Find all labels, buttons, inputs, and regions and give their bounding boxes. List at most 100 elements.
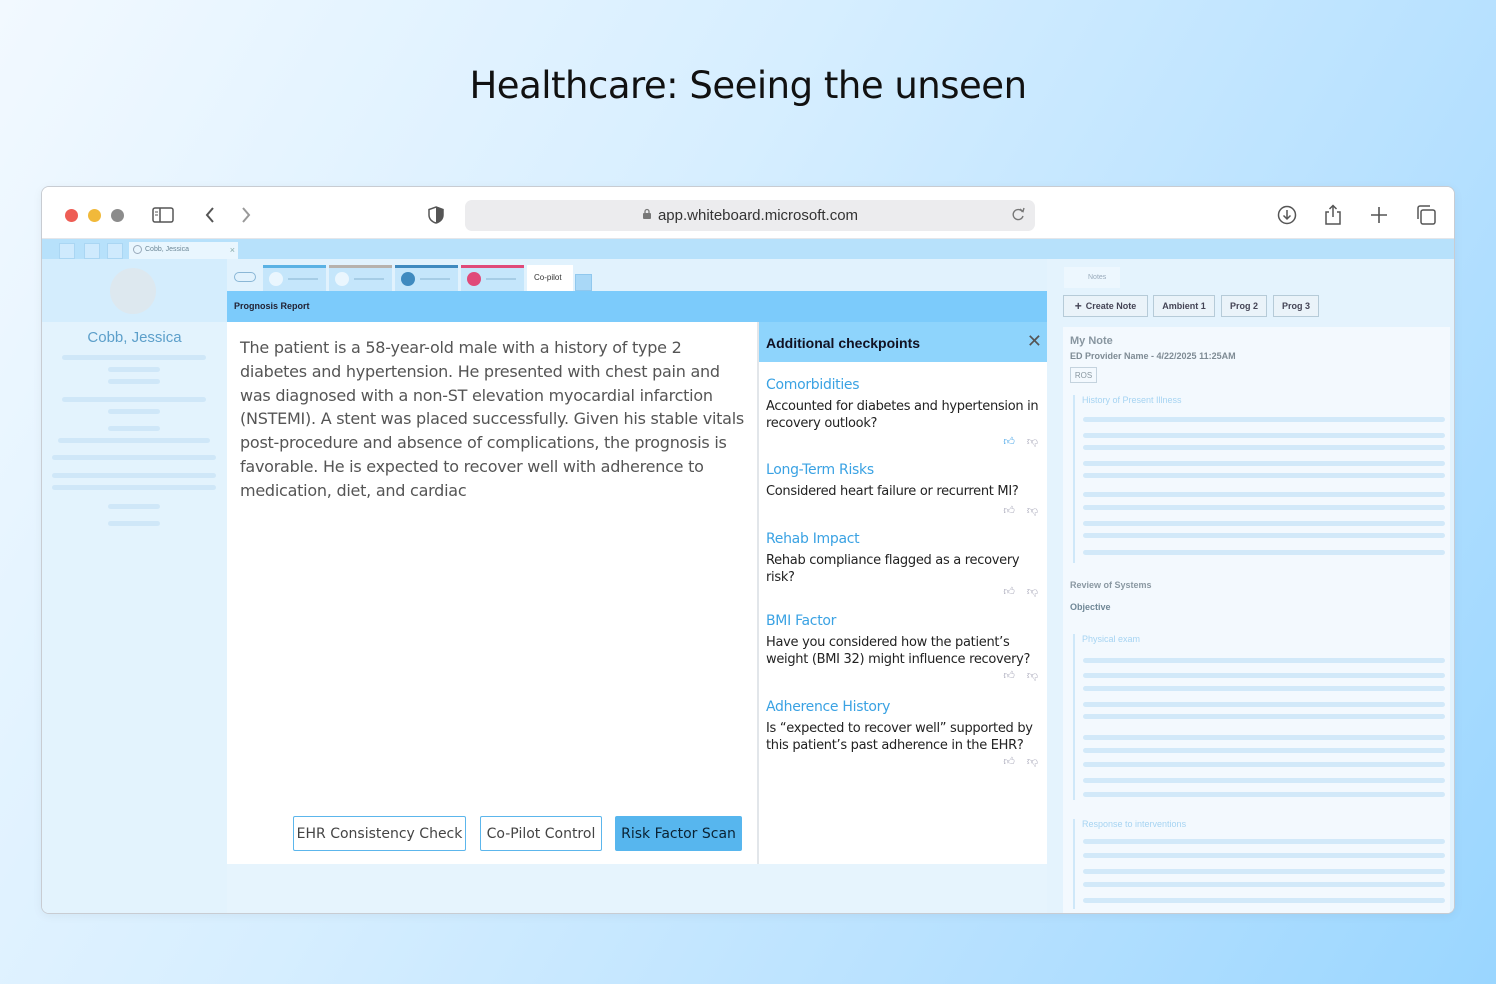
toggle-icon[interactable] (234, 272, 256, 282)
tab-placeholder[interactable] (84, 243, 100, 259)
workspace-tab-1[interactable] (263, 265, 326, 291)
section-label: Response to interventions (1082, 819, 1187, 829)
thumbs-up-icon[interactable]: 👍︎ (1003, 669, 1015, 682)
checkpoint-title[interactable]: Adherence History (766, 699, 1042, 715)
placeholder-line (108, 504, 160, 509)
share-icon[interactable] (1323, 204, 1343, 226)
placeholder-line (1083, 853, 1445, 858)
thumbs-up-icon[interactable]: 👍︎ (1003, 585, 1015, 598)
thumbs-up-icon[interactable]: 👍︎ (1003, 504, 1015, 517)
placeholder-line (108, 409, 160, 414)
thumbs-down-icon[interactable]: 👎︎ (1027, 504, 1038, 517)
placeholder-line (1083, 533, 1445, 538)
tab-co-pilot[interactable]: Co-pilot (527, 265, 573, 291)
placeholder-line (108, 521, 160, 526)
placeholder-line (1083, 748, 1445, 753)
close-icon[interactable]: ✕ (1027, 331, 1042, 352)
download-icon[interactable] (1276, 204, 1298, 226)
tab-notes[interactable]: Notes (1064, 267, 1120, 288)
ambient-1-button[interactable]: Ambient 1 (1153, 295, 1215, 317)
reload-icon[interactable] (1011, 206, 1025, 226)
back-icon[interactable] (202, 204, 218, 226)
browser-toolbar: app.whiteboard.microsoft.com (42, 187, 1454, 239)
report-text[interactable]: The patient is a 58-year-old male with a… (240, 336, 745, 503)
address-bar[interactable]: app.whiteboard.microsoft.com (465, 200, 1035, 231)
section-label: History of Present Illness (1082, 395, 1182, 405)
placeholder-line (1083, 792, 1445, 797)
workspace-tab-2[interactable] (329, 265, 392, 291)
report-editor[interactable]: The patient is a 58-year-old male with a… (227, 322, 757, 864)
checkpoint-title[interactable]: Comorbidities (766, 377, 1042, 393)
plus-icon: + (1074, 299, 1082, 313)
workspace-tab-3[interactable] (395, 265, 458, 291)
thumbs-down-icon[interactable]: 👎︎ (1027, 669, 1038, 682)
placeholder-line (1083, 433, 1445, 438)
co-pilot-control-button[interactable]: Co-Pilot Control (480, 816, 602, 851)
placeholder-line (1083, 686, 1445, 691)
tabs-overview-icon[interactable] (1415, 204, 1437, 226)
ros-tag[interactable]: ROS (1070, 367, 1097, 383)
create-note-button[interactable]: + Create Note (1063, 295, 1148, 317)
tab-placeholder[interactable] (59, 243, 75, 259)
placeholder-line (1083, 898, 1445, 903)
ehr-consistency-check-button[interactable]: EHR Consistency Check (293, 816, 466, 851)
patient-sidebar: Cobb, Jessica (42, 259, 227, 913)
checkpoint-item: Adherence History Is “expected to recove… (766, 699, 1042, 779)
tab-placeholder[interactable] (107, 243, 123, 259)
lock-icon (642, 208, 652, 223)
placeholder-line (108, 367, 160, 372)
placeholder-line (1083, 461, 1445, 466)
new-tab-icon[interactable] (1369, 204, 1389, 226)
placeholder-line (52, 455, 216, 460)
feedback-controls: 👍︎ 👎︎ (1003, 669, 1038, 682)
note-title: My Note (1070, 335, 1113, 347)
checkpoint-text: Have you considered how the patient’s we… (766, 635, 1031, 667)
prog-2-button[interactable]: Prog 2 (1221, 295, 1267, 317)
placeholder-line (1083, 492, 1445, 497)
checkpoints-panel: Additional checkpoints ✕ Comorbidities A… (757, 322, 1047, 864)
workspace-tabs: Co-pilot (227, 259, 1047, 291)
placeholder-line (62, 397, 206, 402)
thumbs-down-icon[interactable]: 👎︎ (1027, 435, 1038, 448)
browser-window: app.whiteboard.microsoft.com Cobb, Jessi… (41, 186, 1455, 914)
checkpoint-item: Rehab Impact Rehab compliance flagged as… (766, 531, 1042, 611)
checkpoints-header: Additional checkpoints ✕ (759, 322, 1047, 362)
placeholder-line (1083, 882, 1445, 887)
placeholder-line (1083, 839, 1445, 844)
placeholder-line (1083, 505, 1445, 510)
thumbs-up-icon[interactable]: 👍︎ (1003, 755, 1015, 768)
response-section: Response to interventions (1073, 819, 1445, 909)
forward-icon[interactable] (238, 204, 254, 226)
checkpoint-text: Accounted for diabetes and hypertension … (766, 399, 1039, 431)
thumbs-down-icon[interactable]: 👎︎ (1027, 755, 1038, 768)
close-tab-icon[interactable]: × (230, 245, 235, 255)
risk-factor-scan-button[interactable]: Risk Factor Scan (615, 816, 742, 851)
avatar (110, 268, 156, 314)
patient-tab[interactable]: Cobb, Jessica × (129, 242, 238, 259)
checkpoint-title[interactable]: Long-Term Risks (766, 462, 1042, 478)
checkpoint-title[interactable]: BMI Factor (766, 613, 1042, 629)
checkpoint-item: Long-Term Risks Considered heart failure… (766, 462, 1042, 524)
minimize-window-button[interactable] (88, 209, 101, 222)
checkpoint-item: BMI Factor Have you considered how the p… (766, 613, 1042, 693)
shield-icon[interactable] (427, 204, 445, 226)
thumbs-down-icon[interactable]: 👎︎ (1027, 585, 1038, 598)
checkpoint-text: Considered heart failure or recurrent MI… (766, 484, 1019, 499)
ehr-app: Cobb, Jessica × Cobb, Jessica Co-pilot P… (42, 239, 1454, 913)
workspace-tab-4[interactable] (461, 265, 524, 291)
placeholder-line (62, 355, 206, 360)
note-card: My Note ED Provider Name - 4/22/2025 11:… (1063, 327, 1450, 913)
zoom-window-button[interactable] (111, 209, 124, 222)
placeholder-line (52, 485, 216, 490)
checkpoint-text: Rehab compliance flagged as a recovery r… (766, 553, 1020, 585)
placeholder-line (108, 426, 160, 431)
thumbs-up-icon[interactable]: 👍︎ (1003, 435, 1015, 448)
sidebar-icon[interactable] (151, 204, 175, 226)
create-note-label: Create Note (1085, 301, 1137, 311)
tab-placeholder[interactable] (575, 274, 592, 291)
close-window-button[interactable] (65, 209, 78, 222)
checkpoint-title[interactable]: Rehab Impact (766, 531, 1042, 547)
notes-panel: Notes + Create Note Ambient 1 Prog 2 Pro… (1047, 259, 1454, 913)
prog-3-button[interactable]: Prog 3 (1273, 295, 1319, 317)
feedback-controls: 👍︎ 👎︎ (1003, 585, 1038, 598)
